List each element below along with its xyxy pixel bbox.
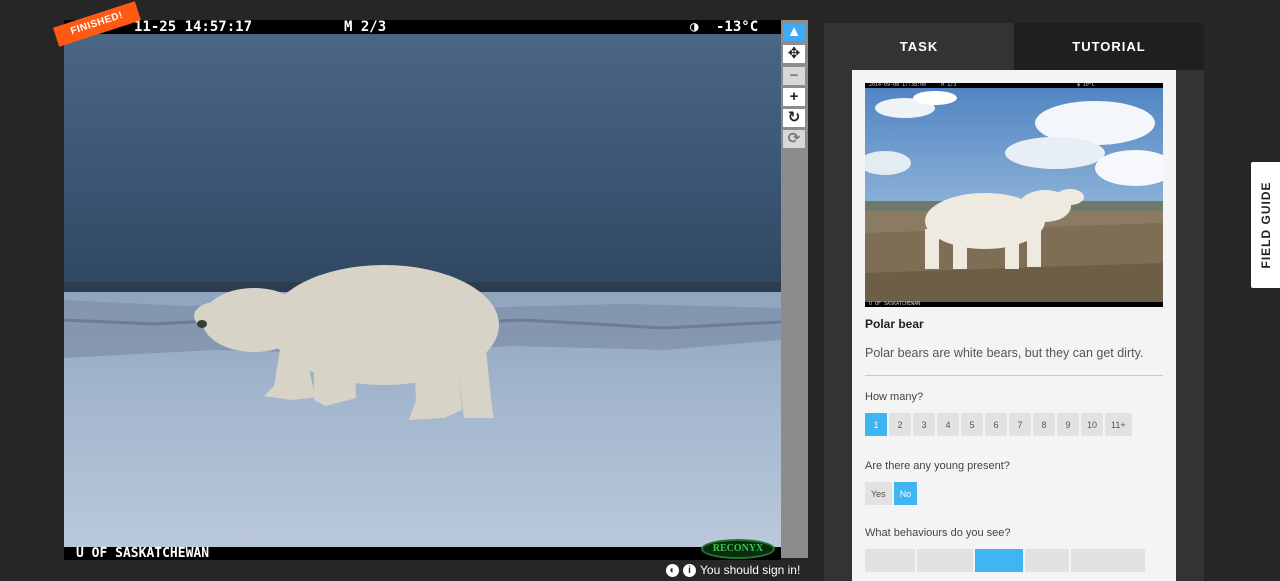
image-credit: U OF SASKATCHEWAN (76, 546, 210, 560)
task-tabs: TASK TUTORIAL (824, 23, 1204, 70)
reconyx-logo: RECONYX (701, 539, 775, 559)
field-guide-tab[interactable]: FIELD GUIDE (1251, 162, 1280, 288)
field-guide-label[interactable]: FIELD GUIDE (1259, 181, 1273, 268)
behaviour-options (865, 549, 1163, 572)
subject-image-viewer[interactable]: 11-25 14:57:17 M 2/3 ◑ -13°C U OF SASKAT… (64, 20, 781, 560)
image-date: 11-25 14:57:17 (134, 20, 253, 35)
species-example-image: 2014-09-08 17:38:00 M 1/3 ◑ 10°C U OF SA… (865, 83, 1163, 307)
count-option-4[interactable]: 4 (937, 413, 959, 436)
sign-in-notice[interactable]: ◐ i You should sign in! (666, 562, 800, 578)
tab-task[interactable]: TASK (824, 23, 1014, 70)
species-photo (865, 83, 1163, 307)
rotate-icon[interactable]: ↻ (783, 109, 805, 127)
count-option-11-plus[interactable]: 11+ (1105, 413, 1132, 436)
question-behaviours: What behaviours do you see? (865, 527, 1011, 539)
contrast-icon[interactable]: ◐ (666, 563, 679, 577)
moon-icon: ◑ (690, 20, 699, 35)
tab-tutorial[interactable]: TUTORIAL (1014, 23, 1204, 70)
young-option-no[interactable]: No (893, 482, 918, 505)
image-toolbar: ▲ ✥ − + ↻ ⟳ (781, 20, 808, 558)
count-option-3[interactable]: 3 (913, 413, 935, 436)
reset-view-icon[interactable]: ⟳ (783, 130, 805, 148)
zoom-in-icon[interactable]: + (783, 88, 805, 106)
pan-icon[interactable]: ✥ (783, 45, 805, 63)
info-icon[interactable]: i (683, 563, 696, 577)
behaviour-option[interactable] (975, 549, 1023, 572)
young-options: Yes No (865, 482, 1163, 505)
species-image-credit: U OF SASKATCHEWAN (865, 302, 1163, 307)
classify-page: 11-25 14:57:17 M 2/3 ◑ -13°C U OF SASKAT… (0, 0, 1280, 581)
behaviour-option[interactable] (865, 549, 915, 572)
count-option-10[interactable]: 10 (1081, 413, 1104, 436)
species-image-timestamp: 2014-09-08 17:38:00 M 1/3 ◑ 10°C (865, 83, 1163, 88)
question-how-many: How many? (865, 391, 924, 403)
select-pointer-icon[interactable]: ▲ (783, 23, 805, 41)
behaviour-option[interactable] (1071, 549, 1145, 572)
count-option-6[interactable]: 6 (985, 413, 1007, 436)
how-many-options: 1 2 3 4 5 6 7 8 9 10 11+ (865, 413, 1163, 436)
count-option-7[interactable]: 7 (1009, 413, 1031, 436)
behaviour-option[interactable] (917, 549, 973, 572)
question-young-present: Are there any young present? (865, 460, 1010, 472)
species-description: Polar bears are white bears, but they ca… (865, 343, 1163, 376)
count-option-2[interactable]: 2 (889, 413, 911, 436)
count-option-9[interactable]: 9 (1057, 413, 1079, 436)
image-credit-bar: U OF SASKATCHEWAN (64, 547, 781, 560)
sign-in-text[interactable]: You should sign in! (700, 563, 800, 577)
image-temperature: -13°C (716, 20, 759, 35)
count-option-5[interactable]: 5 (961, 413, 983, 436)
count-option-8[interactable]: 8 (1033, 413, 1055, 436)
young-option-yes[interactable]: Yes (865, 482, 892, 505)
behaviour-option[interactable] (1025, 549, 1069, 572)
image-timestamp-bar: 11-25 14:57:17 M 2/3 ◑ -13°C (64, 20, 781, 34)
count-option-1[interactable]: 1 (865, 413, 887, 436)
species-detail-card: 2014-09-08 17:38:00 M 1/3 ◑ 10°C U OF SA… (852, 70, 1176, 581)
image-counter: M 2/3 (344, 20, 387, 35)
subject-image (64, 20, 781, 560)
species-name: Polar bear (865, 317, 924, 331)
zoom-out-icon[interactable]: − (783, 67, 805, 85)
